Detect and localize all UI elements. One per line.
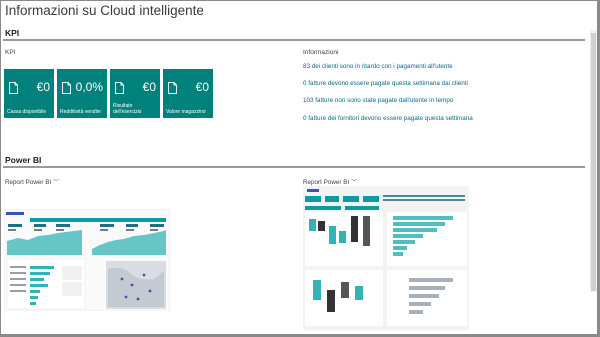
kpi-tile-label: Cassa disponibile <box>7 109 47 115</box>
info-link-vendor-invoices-due[interactable]: 0 fatture dei fornitori devono essere pa… <box>303 115 473 122</box>
kpi-tile-value: €0 <box>36 80 50 94</box>
kpi-tile-label: Redditività vendite <box>60 109 101 115</box>
kpi-section-title[interactable]: KPI <box>5 28 19 38</box>
document-icon <box>62 82 71 94</box>
info-heading: Informazioni <box>303 49 339 56</box>
info-link-late-customers[interactable]: 83 dei clienti sono in ritardo con i pag… <box>303 63 453 70</box>
power-bi-report-thumbnail-1[interactable] <box>4 209 170 311</box>
report-power-bi-menu-1[interactable]: Report Power BI ﹀ <box>5 177 59 186</box>
kpi-section-divider <box>3 39 585 41</box>
kpi-tile-inventory-value[interactable]: €0 Valore magazzino <box>163 69 213 118</box>
vertical-scrollbar[interactable] <box>590 30 597 292</box>
kpi-sub-label: KPI <box>5 49 16 56</box>
powerbi-section-divider <box>3 166 585 168</box>
kpi-tile-sales-profitability[interactable]: 0,0% Redditività vendite <box>57 69 107 118</box>
page-title: Informazioni su Cloud intelligente <box>5 3 204 18</box>
document-icon <box>115 82 124 94</box>
scrollbar-thumb[interactable] <box>591 33 596 291</box>
document-icon <box>168 82 177 94</box>
report-power-bi-menu-2[interactable]: Report Power BI ﹀ <box>303 177 357 186</box>
kpi-tile-value: €0 <box>195 80 209 94</box>
kpi-tile-value: €0 <box>142 80 156 94</box>
kpi-tile-label: Valore magazzino <box>166 109 206 115</box>
kpi-tile-cash[interactable]: €0 Cassa disponibile <box>4 69 54 118</box>
kpi-tile-label: Risultato dell'esercizio <box>113 103 142 115</box>
kpi-tile-value: 0,0% <box>75 80 103 94</box>
kpi-tile-fiscal-result[interactable]: €0 Risultato dell'esercizio <box>110 69 160 118</box>
report-label: Report Power BI <box>303 179 350 186</box>
document-icon <box>9 82 18 94</box>
kpi-tiles: €0 Cassa disponibile 0,0% Redditività ve… <box>4 69 213 118</box>
info-link-unpaid-invoices[interactable]: 103 fatture non sono state pagate dall'u… <box>303 97 453 104</box>
powerbi-section-title[interactable]: Power BI <box>5 155 41 165</box>
chevron-down-icon: ﹀ <box>52 180 59 186</box>
info-link-customer-invoices-due[interactable]: 0 fatture devono essere pagate questa se… <box>303 80 468 87</box>
report-label: Report Power BI <box>5 179 52 186</box>
power-bi-report-thumbnail-2[interactable] <box>303 186 469 330</box>
